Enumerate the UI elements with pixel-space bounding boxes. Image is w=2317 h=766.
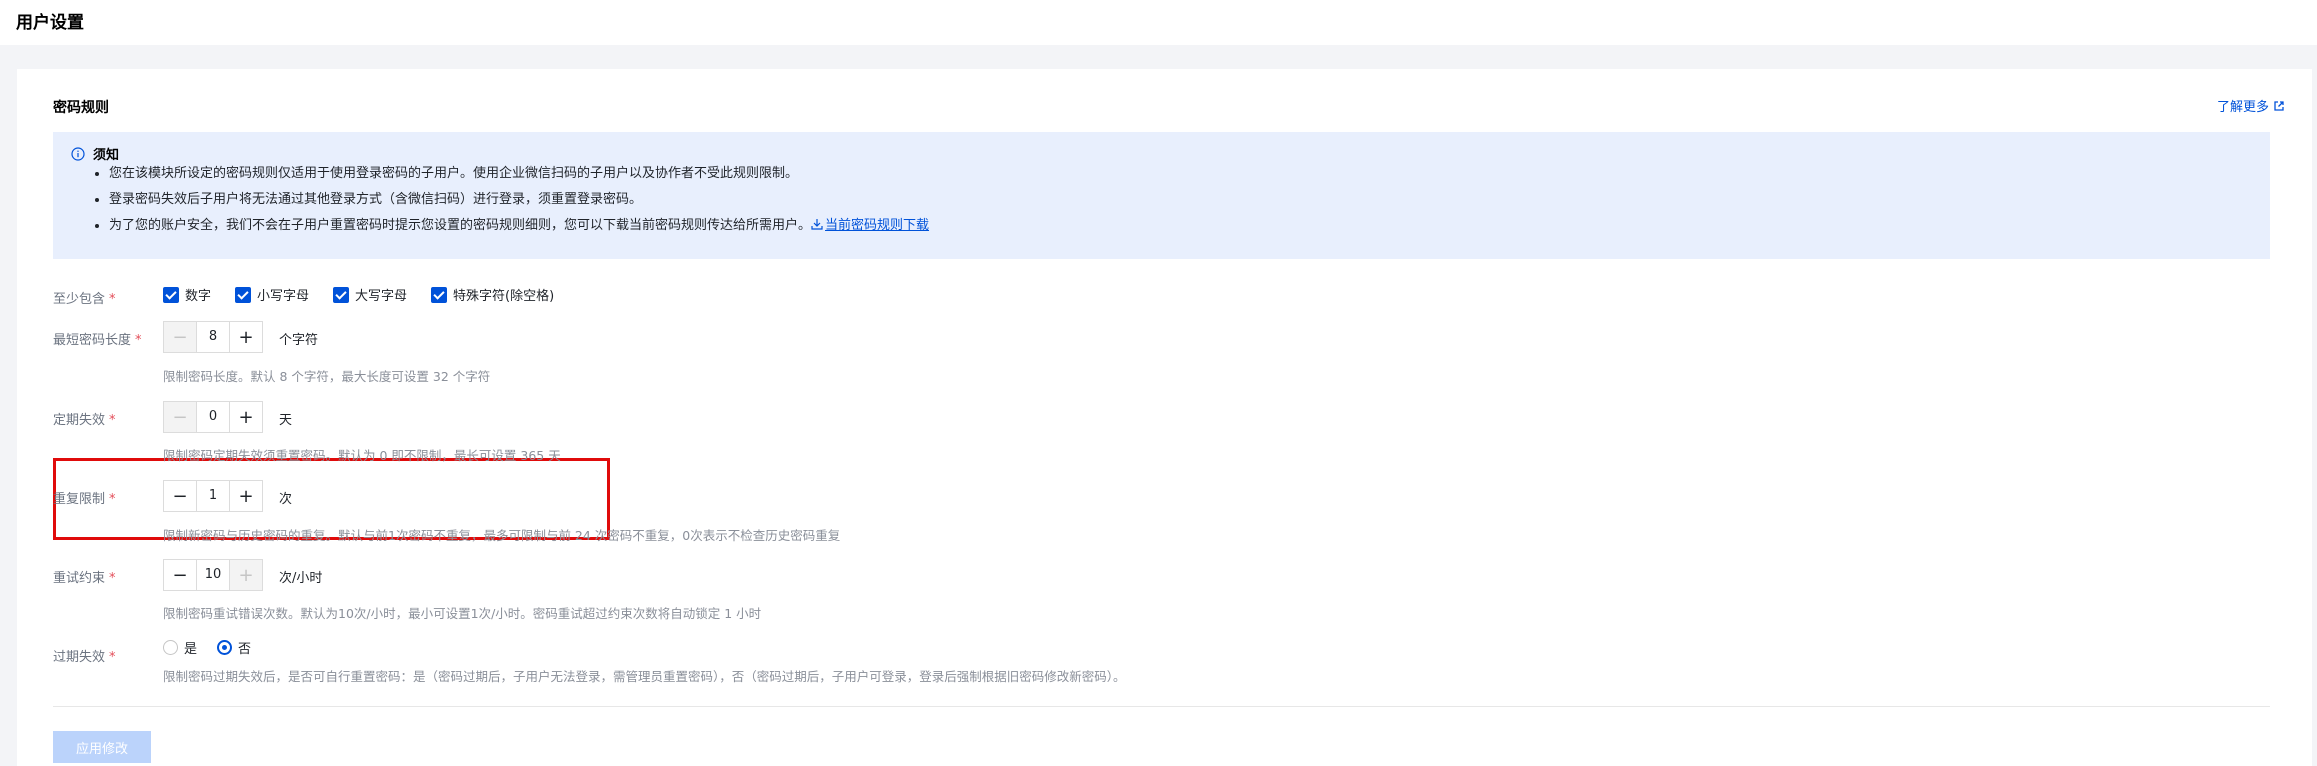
checkbox-label: 大写字母 bbox=[355, 289, 408, 304]
notice-box: 须知 您在该模块所设定的密码规则仅适用于使用登录密码的子用户。使用企业微信扫码的… bbox=[53, 132, 2270, 259]
repeat-increment[interactable]: + bbox=[230, 481, 262, 511]
include-label-text: 至少包含 bbox=[53, 292, 106, 307]
expire-help: 限制密码定期失效须重置密码。默认为 0 即不限制，最长可设置 365 天 bbox=[163, 448, 561, 463]
include-checkboxes: 数字 小写字母 大写字母 特殊字符(除空格) bbox=[163, 285, 554, 304]
expire-stepper: − 0 + bbox=[163, 401, 263, 433]
radio-no[interactable]: 否 bbox=[217, 638, 251, 657]
notice-item: 您在该模块所设定的密码规则仅适用于使用登录密码的子用户。使用企业微信扫码的子用户… bbox=[109, 161, 929, 187]
plus-icon: + bbox=[238, 406, 254, 428]
retry-input[interactable]: 10 bbox=[196, 560, 230, 590]
learn-more-label: 了解更多 bbox=[2216, 100, 2269, 115]
check-icon bbox=[163, 286, 179, 303]
plus-icon: + bbox=[238, 485, 254, 507]
plus-icon: + bbox=[238, 326, 254, 348]
required-mark: * bbox=[109, 492, 116, 507]
min-length-label: 最短密码长度 * bbox=[53, 329, 142, 348]
repeat-decrement[interactable]: − bbox=[164, 481, 196, 511]
include-label: 至少包含 * bbox=[53, 288, 116, 307]
download-rules-label: 当前密码规则下载 bbox=[825, 218, 930, 233]
repeat-input[interactable]: 1 bbox=[196, 481, 230, 511]
radio-label: 是 bbox=[184, 642, 198, 657]
external-link-icon bbox=[2274, 100, 2284, 111]
radio-label: 否 bbox=[238, 642, 252, 657]
check-icon bbox=[431, 286, 448, 303]
required-mark: * bbox=[135, 333, 142, 348]
expired-help: 限制密码过期失效后，是否可自行重置密码：是（密码过期后，子用户无法登录，需管理员… bbox=[163, 669, 1126, 684]
card-title: 密码规则 bbox=[53, 100, 109, 116]
checkbox-uppercase[interactable]: 大写字母 bbox=[333, 285, 407, 304]
notice-item: 为了您的账户安全，我们不会在子用户重置密码时提示您设置的密码规则细则，您可以下载… bbox=[109, 213, 929, 239]
min-length-increment[interactable]: + bbox=[230, 322, 262, 352]
page-title: 用户设置 bbox=[16, 13, 84, 33]
plus-icon: + bbox=[238, 564, 254, 586]
checkbox-label: 小写字母 bbox=[257, 289, 310, 304]
retry-increment[interactable]: + bbox=[230, 560, 262, 590]
retry-stepper: − 10 + bbox=[163, 559, 263, 591]
check-icon bbox=[235, 286, 252, 303]
min-length-decrement[interactable]: − bbox=[164, 322, 196, 352]
repeat-label-text: 重复限制 bbox=[53, 492, 106, 507]
minus-icon: − bbox=[172, 326, 188, 348]
info-icon bbox=[71, 146, 85, 161]
repeat-stepper: − 1 + bbox=[163, 480, 263, 512]
repeat-help: 限制新密码与历史密码的重复。默认与前1次密码不重复，最多可限制与前 24 次密码… bbox=[163, 528, 841, 543]
repeat-unit: 次 bbox=[279, 492, 293, 507]
notice-item: 登录密码失效后子用户将无法通过其他登录方式（含微信扫码）进行登录，须重置登录密码… bbox=[109, 187, 929, 213]
check-icon bbox=[333, 286, 350, 303]
checkbox-digits[interactable]: 数字 bbox=[163, 285, 211, 304]
expire-label-text: 定期失效 bbox=[53, 413, 106, 428]
learn-more-link[interactable]: 了解更多 bbox=[2217, 96, 2284, 115]
notice-list: 您在该模块所设定的密码规则仅适用于使用登录密码的子用户。使用企业微信扫码的子用户… bbox=[89, 161, 929, 239]
download-icon bbox=[811, 219, 823, 230]
divider bbox=[53, 706, 2270, 707]
radio-unchecked-icon bbox=[163, 640, 178, 655]
checkbox-special[interactable]: 特殊字符(除空格) bbox=[431, 285, 554, 304]
expire-unit: 天 bbox=[279, 413, 293, 428]
retry-help: 限制密码重试错误次数。默认为10次/小时，最小可设置1次/小时。密码重试超过约束… bbox=[163, 606, 762, 621]
min-length-stepper: − 8 + bbox=[163, 321, 263, 353]
expired-radio-group: 是 否 bbox=[163, 638, 251, 657]
required-mark: * bbox=[109, 292, 116, 307]
minus-icon: − bbox=[172, 485, 188, 507]
retry-unit: 次/小时 bbox=[279, 571, 323, 586]
retry-label: 重试约束 * bbox=[53, 567, 116, 586]
required-mark: * bbox=[109, 571, 116, 586]
min-length-label-text: 最短密码长度 bbox=[53, 333, 132, 348]
min-length-input[interactable]: 8 bbox=[196, 322, 230, 352]
password-rules-card: 密码规则 了解更多 须知 您在该模块所设定的密码规则仅适用于使用登录密码的子用户… bbox=[17, 69, 2312, 766]
required-mark: * bbox=[109, 413, 116, 428]
expired-label: 过期失效 * bbox=[53, 646, 116, 665]
page-header: 用户设置 bbox=[0, 0, 2317, 45]
radio-yes[interactable]: 是 bbox=[163, 638, 197, 657]
minus-icon: − bbox=[172, 406, 188, 428]
retry-decrement[interactable]: − bbox=[164, 560, 196, 590]
expire-increment[interactable]: + bbox=[230, 402, 262, 432]
download-rules-link[interactable]: 当前密码规则下载 bbox=[811, 218, 929, 233]
radio-checked-icon bbox=[217, 640, 233, 655]
required-mark: * bbox=[109, 650, 116, 665]
checkbox-lowercase[interactable]: 小写字母 bbox=[235, 285, 309, 304]
notice-item-text: 为了您的账户安全，我们不会在子用户重置密码时提示您设置的密码规则细则，您可以下载… bbox=[109, 218, 812, 233]
min-length-unit: 个字符 bbox=[279, 333, 319, 348]
repeat-label: 重复限制 * bbox=[53, 488, 116, 507]
expired-label-text: 过期失效 bbox=[53, 650, 106, 665]
retry-label-text: 重试约束 bbox=[53, 571, 106, 586]
expire-input[interactable]: 0 bbox=[196, 402, 230, 432]
expire-decrement[interactable]: − bbox=[164, 402, 196, 432]
apply-button[interactable]: 应用修改 bbox=[53, 731, 151, 763]
expire-label: 定期失效 * bbox=[53, 409, 116, 428]
checkbox-label: 数字 bbox=[185, 289, 212, 304]
checkbox-label: 特殊字符(除空格) bbox=[453, 289, 555, 304]
min-length-help: 限制密码长度。默认 8 个字符，最大长度可设置 32 个字符 bbox=[163, 369, 491, 384]
minus-icon: − bbox=[172, 564, 188, 586]
